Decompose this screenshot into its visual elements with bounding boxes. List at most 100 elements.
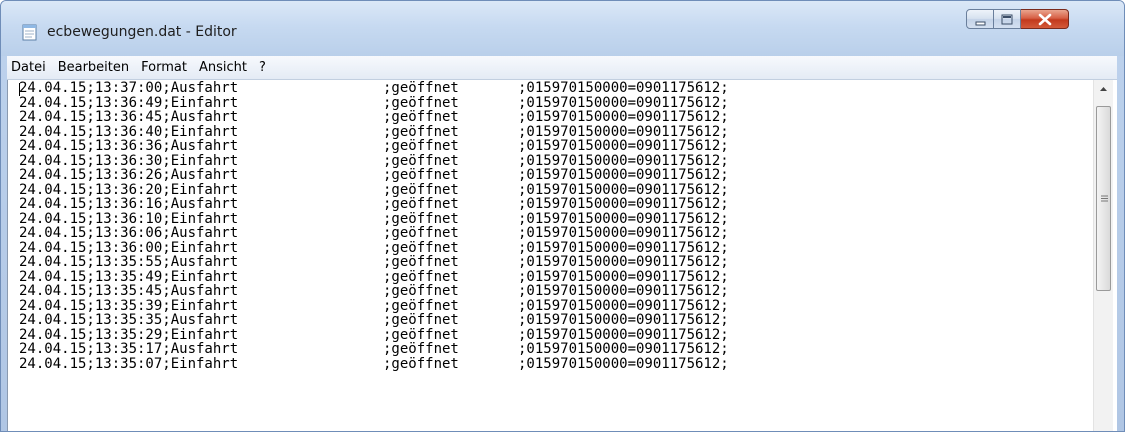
- field-2: ;geöffnet: [383, 341, 459, 357]
- field-1: 24.04.15;13:36:49;Einfahrt: [19, 94, 239, 111]
- menu-ansicht[interactable]: Ansicht: [193, 58, 253, 78]
- text-line[interactable]: 24.04.15;13:37:00;Ausfahrt ;geöffnet ;0159…: [8, 81, 1091, 96]
- text-caret: [19, 83, 20, 96]
- field-2: ;geöffnet: [383, 138, 459, 154]
- field-2: ;geöffnet: [383, 254, 459, 270]
- field-2: ;geöffnet: [383, 239, 459, 256]
- field-1: 24.04.15;13:35:17;Ausfahrt: [19, 341, 239, 357]
- field-2: ;geöffnet: [383, 210, 459, 227]
- field-3: ;015970150000=0901175612;: [518, 254, 729, 270]
- field-3: ;015970150000=0901175612;: [518, 181, 729, 198]
- field-2: ;geöffnet: [383, 94, 459, 111]
- field-2: ;geöffnet: [383, 196, 459, 212]
- text-content[interactable]: 24.04.15;13:37:00;Ausfahrt ;geöffnet ;0159…: [8, 81, 1091, 431]
- field-3: ;015970150000=0901175612;: [518, 167, 729, 183]
- minimize-button[interactable]: [966, 9, 994, 29]
- caption-buttons: [966, 9, 1111, 30]
- field-1: 24.04.15;13:36:45;Ausfahrt: [19, 109, 239, 125]
- window-frame-right: [1117, 56, 1124, 431]
- text-line[interactable]: 24.04.15;13:35:55;Ausfahrt ;geöffnet ;0159…: [8, 255, 1091, 270]
- text-line[interactable]: 24.04.15;13:36:26;Ausfahrt ;geöffnet ;0159…: [8, 168, 1091, 183]
- field-2: ;geöffnet: [383, 225, 459, 241]
- text-line[interactable]: 24.04.15;13:36:06;Ausfahrt ;geöffnet ;0159…: [8, 226, 1091, 241]
- field-1: 24.04.15;13:36:10;Einfahrt: [19, 210, 239, 227]
- vertical-scrollbar[interactable]: [1093, 80, 1113, 431]
- text-line[interactable]: 24.04.15;13:35:39;Einfahrt ;geöffnet ;0159…: [8, 297, 1091, 314]
- field-1: 24.04.15;13:35:07;Einfahrt: [19, 355, 239, 372]
- text-line[interactable]: 24.04.15;13:36:10;Einfahrt ;geöffnet ;0159…: [8, 210, 1091, 227]
- menu-datei[interactable]: Datei: [7, 58, 52, 78]
- maximize-icon: [1001, 14, 1013, 25]
- text-line[interactable]: 24.04.15;13:36:36;Ausfahrt ;geöffnet ;0159…: [8, 139, 1091, 154]
- field-3: ;015970150000=0901175612;: [518, 355, 729, 372]
- close-button[interactable]: [1021, 9, 1069, 29]
- field-2: ;geöffnet: [383, 297, 459, 314]
- text-line[interactable]: 24.04.15;13:36:45;Ausfahrt ;geöffnet ;0159…: [8, 110, 1091, 125]
- field-2: ;geöffnet: [383, 326, 459, 343]
- field-1: 24.04.15;13:36:40;Einfahrt: [19, 123, 239, 140]
- field-1: 24.04.15;13:35:55;Ausfahrt: [19, 254, 239, 270]
- field-1: 24.04.15;13:35:29;Einfahrt: [19, 326, 239, 343]
- field-3: ;015970150000=0901175612;: [518, 326, 729, 343]
- maximize-button[interactable]: [994, 9, 1021, 29]
- notepad-window: ecbewegungen.dat - Editor Datei Bearbeit…: [0, 0, 1125, 432]
- field-3: ;015970150000=0901175612;: [518, 81, 729, 96]
- notepad-icon: [22, 23, 38, 41]
- field-2: ;geöffnet: [383, 109, 459, 125]
- field-1: 24.04.15;13:35:49;Einfahrt: [19, 268, 239, 285]
- text-line[interactable]: 24.04.15;13:36:20;Einfahrt ;geöffnet ;0159…: [8, 181, 1091, 198]
- field-1: 24.04.15;13:36:30;Einfahrt: [19, 152, 239, 169]
- field-3: ;015970150000=0901175612;: [518, 268, 729, 285]
- field-2: ;geöffnet: [383, 312, 459, 328]
- text-line[interactable]: 24.04.15;13:35:07;Einfahrt ;geöffnet ;0159…: [8, 355, 1091, 372]
- menu-bar: Datei Bearbeiten Format Ansicht ?: [7, 56, 1117, 80]
- field-1: 24.04.15;13:36:16;Ausfahrt: [19, 196, 239, 212]
- field-2: ;geöffnet: [383, 355, 459, 372]
- chevron-up-icon: [1100, 87, 1107, 91]
- field-2: ;geöffnet: [383, 167, 459, 183]
- menu-help[interactable]: ?: [253, 58, 272, 78]
- field-3: ;015970150000=0901175612;: [518, 152, 729, 169]
- menu-bearbeiten[interactable]: Bearbeiten: [52, 58, 135, 78]
- field-1: 24.04.15;13:35:45;Ausfahrt: [19, 283, 239, 299]
- field-1: 24.04.15;13:36:36;Ausfahrt: [19, 138, 239, 154]
- field-3: ;015970150000=0901175612;: [518, 109, 729, 125]
- field-3: ;015970150000=0901175612;: [518, 341, 729, 357]
- text-line[interactable]: 24.04.15;13:35:49;Einfahrt ;geöffnet ;0159…: [8, 268, 1091, 285]
- field-2: ;geöffnet: [383, 123, 459, 140]
- text-line[interactable]: 24.04.15;13:35:35;Ausfahrt ;geöffnet ;0159…: [8, 313, 1091, 328]
- field-1: 24.04.15;13:36:20;Einfahrt: [19, 181, 239, 198]
- text-line[interactable]: 24.04.15;13:36:49;Einfahrt ;geöffnet ;0159…: [8, 94, 1091, 111]
- text-editor[interactable]: 24.04.15;13:37:00;Ausfahrt ;geöffnet ;0159…: [7, 80, 1117, 431]
- field-1: 24.04.15;13:36:00;Einfahrt: [19, 239, 239, 256]
- field-3: ;015970150000=0901175612;: [518, 196, 729, 212]
- field-3: ;015970150000=0901175612;: [518, 94, 729, 111]
- title-bar[interactable]: ecbewegungen.dat - Editor: [1, 1, 1124, 56]
- menu-format[interactable]: Format: [135, 58, 193, 78]
- field-2: ;geöffnet: [383, 268, 459, 285]
- scrollbar-thumb[interactable]: [1096, 106, 1111, 291]
- field-3: ;015970150000=0901175612;: [518, 312, 729, 328]
- text-line[interactable]: 24.04.15;13:35:17;Ausfahrt ;geöffnet ;0159…: [8, 342, 1091, 357]
- field-3: ;015970150000=0901175612;: [518, 138, 729, 154]
- text-line[interactable]: 24.04.15;13:36:30;Einfahrt ;geöffnet ;0159…: [8, 152, 1091, 169]
- text-line[interactable]: 24.04.15;13:36:16;Ausfahrt ;geöffnet ;0159…: [8, 197, 1091, 212]
- field-1: 24.04.15;13:35:35;Ausfahrt: [19, 312, 239, 328]
- field-3: ;015970150000=0901175612;: [518, 123, 729, 140]
- minimize-icon: [975, 21, 986, 26]
- field-1: 24.04.15;13:37:00;Ausfahrt: [19, 81, 239, 96]
- window-title: ecbewegungen.dat - Editor: [47, 24, 237, 40]
- field-3: ;015970150000=0901175612;: [518, 283, 729, 299]
- field-1: 24.04.15;13:36:26;Ausfahrt: [19, 167, 239, 183]
- scroll-up-button[interactable]: [1094, 80, 1113, 99]
- field-3: ;015970150000=0901175612;: [518, 297, 729, 314]
- text-line[interactable]: 24.04.15;13:36:40;Einfahrt ;geöffnet ;0159…: [8, 123, 1091, 140]
- text-line[interactable]: 24.04.15;13:35:45;Ausfahrt ;geöffnet ;0159…: [8, 284, 1091, 299]
- field-2: ;geöffnet: [383, 181, 459, 198]
- text-line[interactable]: 24.04.15;13:35:29;Einfahrt ;geöffnet ;0159…: [8, 326, 1091, 343]
- field-1: 24.04.15;13:35:39;Einfahrt: [19, 297, 239, 314]
- field-2: ;geöffnet: [383, 152, 459, 169]
- field-3: ;015970150000=0901175612;: [518, 210, 729, 227]
- text-line[interactable]: 24.04.15;13:36:00;Einfahrt ;geöffnet ;0159…: [8, 239, 1091, 256]
- close-icon: [1038, 13, 1052, 26]
